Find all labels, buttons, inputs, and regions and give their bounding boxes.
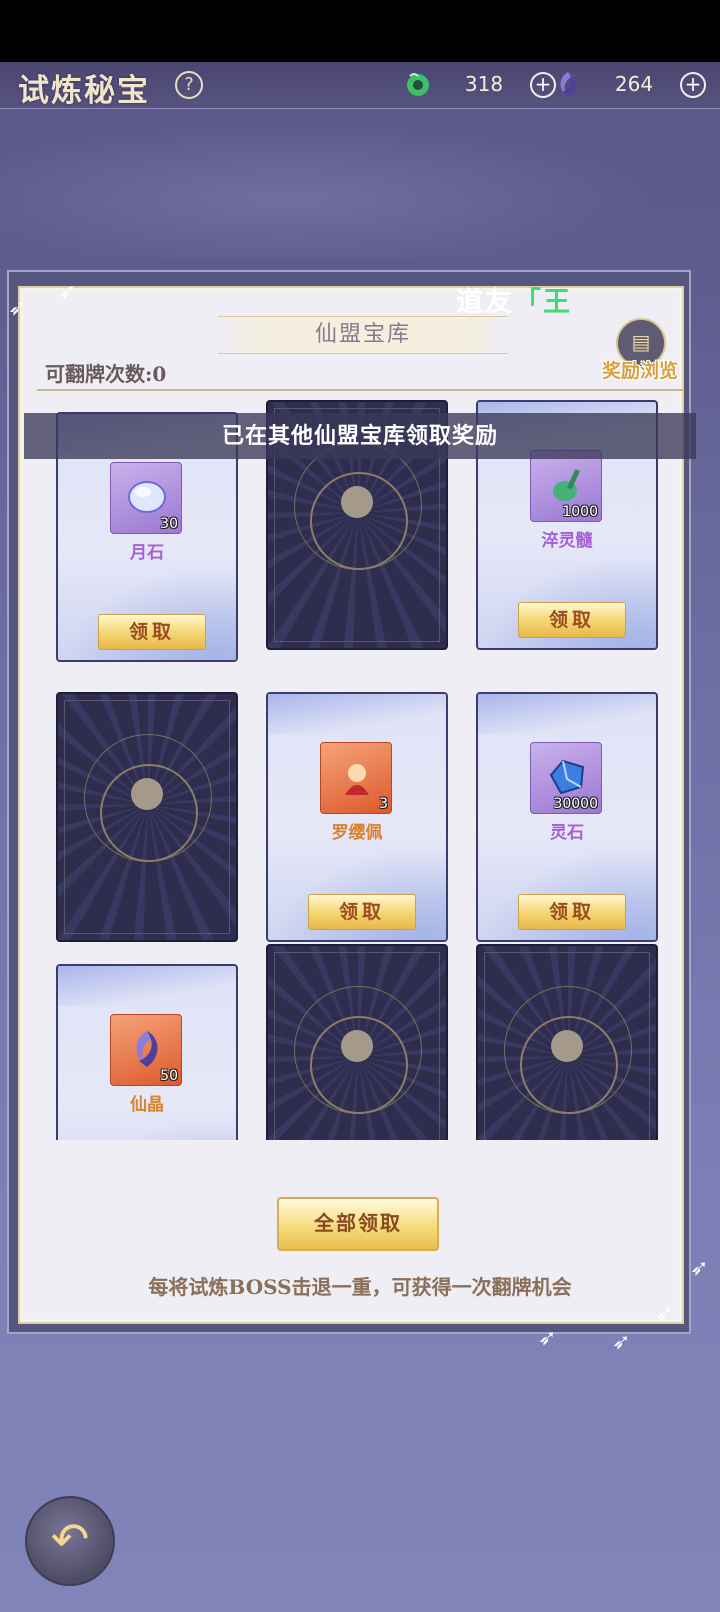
item-qty: 3 bbox=[379, 796, 388, 812]
bird-icon: ➶ bbox=[58, 280, 77, 305]
card-hidden[interactable] bbox=[266, 944, 448, 1140]
item-name: 罗缨佩 bbox=[331, 823, 383, 843]
item-name: 仙晶 bbox=[130, 1095, 164, 1115]
crystal-currency-icon bbox=[560, 72, 576, 96]
spirit-stone-icon: 30000 bbox=[530, 742, 602, 814]
moonstone-icon: 30 bbox=[110, 462, 182, 534]
greeting: 道友「王 bbox=[456, 280, 572, 319]
item-name: 月石 bbox=[130, 543, 164, 563]
bird-icon: ➶ bbox=[655, 1302, 674, 1327]
claim-button[interactable]: 领取 bbox=[518, 894, 626, 930]
immortal-crystal-icon: 50 bbox=[110, 1014, 182, 1086]
item-name: 灵石 bbox=[550, 823, 584, 843]
item-qty: 30000 bbox=[553, 796, 598, 812]
greeting-prefix: 道友 bbox=[456, 287, 514, 318]
claim-button[interactable]: 领取 bbox=[98, 614, 206, 650]
add-crystal-button[interactable]: + bbox=[680, 72, 706, 98]
card-revealed: 3 罗缨佩 领取 bbox=[266, 692, 448, 942]
return-arrow-icon: ↶ bbox=[50, 1512, 90, 1566]
notice-bar: 已在其他仙盟宝库领取奖励 bbox=[24, 413, 696, 459]
item-qty: 1000 bbox=[562, 504, 598, 520]
reward-preview-label: 奖励浏览 bbox=[601, 360, 678, 382]
treasury-title: 仙盟宝库 bbox=[314, 322, 411, 347]
card-grid: 30 月石 领取 1000 淬灵髓 领取 3 罗缨佩 领取 30000 灵石 领… bbox=[22, 398, 698, 1140]
greeting-name: 「王 bbox=[514, 287, 572, 318]
reward-preview-button[interactable]: ▤ 奖励浏览 bbox=[596, 318, 684, 384]
bird-icon: ➶ bbox=[538, 1326, 557, 1351]
back-button[interactable]: ↶ bbox=[25, 1496, 115, 1586]
jade-currency-icon bbox=[407, 73, 429, 96]
jade-currency-value: 318 bbox=[464, 72, 504, 96]
card-revealed: 50 仙晶 bbox=[56, 964, 238, 1140]
card-hidden[interactable] bbox=[476, 944, 658, 1140]
bird-icon: ➶ bbox=[612, 1330, 631, 1355]
hint-text: 每将试炼BOSS击退一重，可获得一次翻牌机会 bbox=[148, 1275, 572, 1299]
add-jade-button[interactable]: + bbox=[530, 72, 556, 98]
sky-background bbox=[0, 108, 720, 258]
treasury-banner: 仙盟宝库 bbox=[218, 316, 508, 354]
flip-count: 可翻牌次数:0 bbox=[45, 362, 167, 386]
claim-button[interactable]: 领取 bbox=[518, 602, 626, 638]
card-revealed: 30000 灵石 领取 bbox=[476, 692, 658, 942]
bird-icon: ➶ bbox=[8, 296, 27, 321]
item-qty: 30 bbox=[160, 516, 178, 532]
page-title: 试炼秘宝 bbox=[18, 73, 150, 109]
claim-button[interactable]: 领取 bbox=[308, 894, 416, 930]
pendant-icon: 3 bbox=[320, 742, 392, 814]
top-bar: 试炼秘宝 ? 318 + 264 + bbox=[0, 62, 720, 109]
bird-icon: ➶ bbox=[690, 1256, 709, 1281]
status-bar bbox=[0, 0, 720, 62]
notice-text: 已在其他仙盟宝库领取奖励 bbox=[221, 423, 498, 449]
item-qty: 50 bbox=[160, 1068, 178, 1084]
divider bbox=[37, 389, 683, 391]
claim-all-button[interactable]: 全部领取 bbox=[277, 1197, 439, 1251]
crystal-currency-value: 264 bbox=[614, 72, 654, 96]
card-hidden[interactable] bbox=[56, 692, 238, 942]
item-name: 淬灵髓 bbox=[541, 531, 593, 551]
help-button[interactable]: ? bbox=[175, 71, 203, 99]
jade-pipa-icon: 1000 bbox=[530, 450, 602, 522]
